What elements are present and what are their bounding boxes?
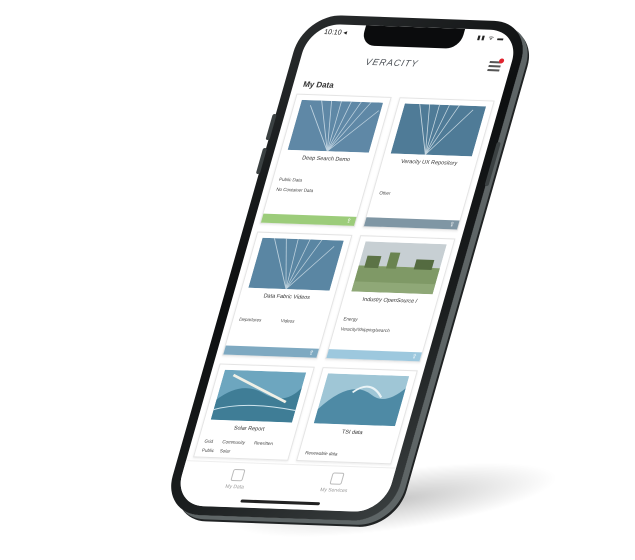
card-thumbnail <box>351 241 447 295</box>
card-tag: Public <box>201 447 215 454</box>
bottom-tab-bar: My Data My Services <box>173 460 397 513</box>
data-card[interactable]: TSI data Renewable data <box>296 367 418 465</box>
share-icon[interactable]: ⇪ <box>448 221 455 228</box>
card-tag: Solar <box>219 448 232 454</box>
card-tag: Rewritten <box>253 440 274 447</box>
card-title: Data Fabric Videos <box>262 293 311 301</box>
card-tag: Grid <box>203 438 214 444</box>
card-tag: Veracity/Shipping/search <box>339 326 391 334</box>
share-icon[interactable]: ⇪ <box>411 353 418 360</box>
services-tab-icon <box>329 472 345 485</box>
phone: 10:10 ◂ ▮▮ ᯤ ▬ VERACITY My Data Deep Sea… <box>161 14 533 522</box>
home-indicator[interactable] <box>240 499 321 506</box>
card-title: Deep Search Demo <box>301 155 351 164</box>
card-status-bar: ⇪ <box>260 213 357 226</box>
data-card-grid: Deep Search Demo Public Data No Containe… <box>192 93 495 465</box>
card-tag: Community <box>221 439 246 446</box>
tab-label: My Data <box>224 483 245 491</box>
status-time: 10:10 ◂ <box>323 29 348 37</box>
tab-my-data[interactable]: My Data <box>194 468 279 492</box>
phone-screen: 10:10 ◂ ▮▮ ᯤ ▬ VERACITY My Data Deep Sea… <box>173 23 521 513</box>
card-tag: Energy <box>342 316 359 322</box>
card-status-bar: ⇪ <box>363 217 460 230</box>
card-status-bar: ⇪ <box>223 345 319 358</box>
scene: 10:10 ◂ ▮▮ ᯤ ▬ VERACITY My Data Deep Sea… <box>0 0 635 560</box>
card-thumbnail <box>210 369 307 423</box>
card-tag: Other <box>378 190 392 196</box>
card-tag: Renewable data <box>304 450 339 457</box>
card-tag: No Container Data <box>275 186 315 194</box>
camera-notch <box>360 25 466 49</box>
card-tag: Videos <box>280 318 296 324</box>
card-thumbnail <box>287 99 384 153</box>
card-tag: Departures <box>238 316 263 323</box>
app-header: VERACITY <box>296 45 515 82</box>
card-title: Solar Report <box>232 425 266 433</box>
tab-label: My Services <box>319 487 348 495</box>
page-title: My Data <box>302 79 335 90</box>
share-icon[interactable]: ⇪ <box>308 349 315 356</box>
card-title: TSI data <box>340 429 364 437</box>
card-tag: Public Data <box>278 176 303 183</box>
card-title: Industry OpenSource / <box>361 296 418 305</box>
status-icons: ▮▮ ᯤ ▬ <box>476 35 506 43</box>
notification-dot-icon <box>498 58 505 64</box>
card-title: Veracity UX Repository <box>400 158 458 167</box>
data-tab-icon <box>230 468 246 482</box>
card-thumbnail <box>313 373 410 427</box>
card-thumbnail <box>248 237 344 291</box>
card-status-bar: ⇪ <box>326 349 423 362</box>
share-icon[interactable]: ⇪ <box>345 218 352 225</box>
data-card[interactable]: Solar Report Grid Community Rewritten Pu… <box>192 363 315 461</box>
app-logo: VERACITY <box>364 56 420 69</box>
tab-my-services[interactable]: My Services <box>293 471 378 495</box>
card-thumbnail <box>390 103 487 157</box>
